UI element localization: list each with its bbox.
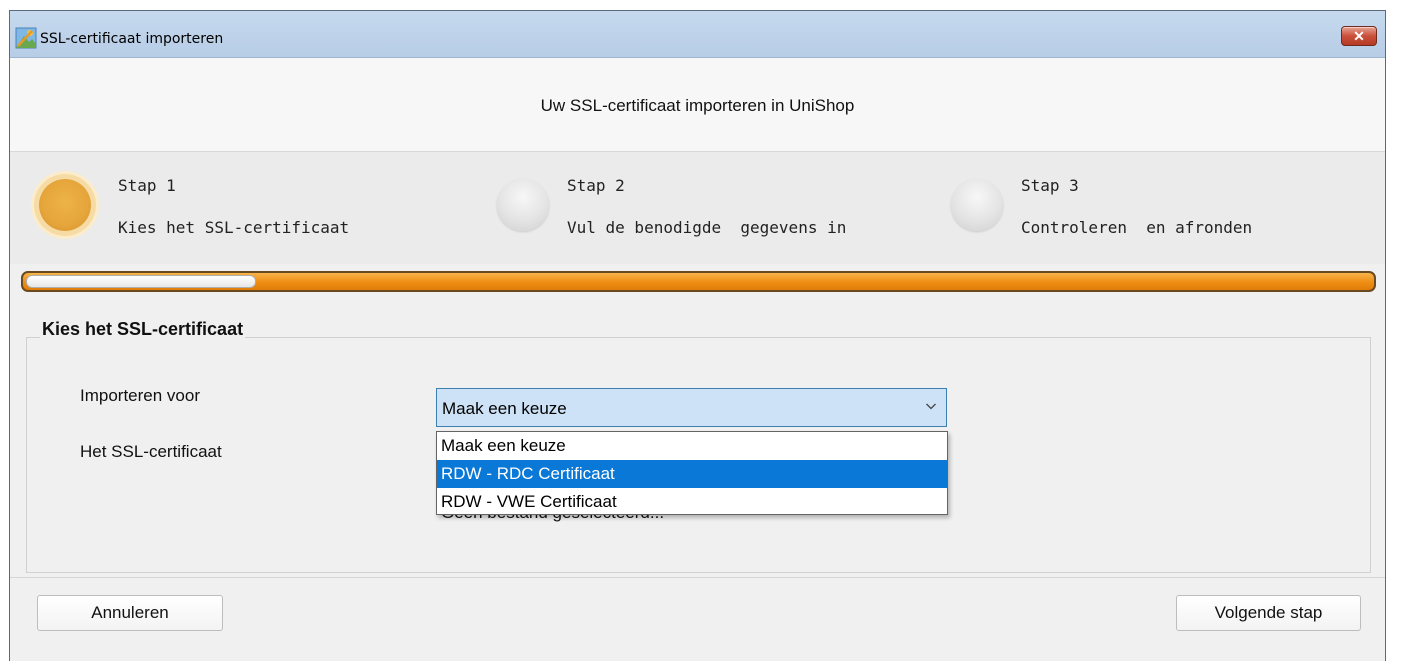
wizard-title: Uw SSL-certificaat importeren in UniShop <box>540 96 855 115</box>
section-title: Kies het SSL-certificaat <box>40 319 246 340</box>
step-2-label: Stap 2 <box>567 176 625 195</box>
import-dialog: SSL-certificaat importeren ✕ Uw SSL-cert… <box>9 10 1386 661</box>
dropdown-option-rdw-vwe[interactable]: RDW - VWE Certificaat <box>437 488 947 516</box>
title-bar[interactable]: SSL-certificaat importeren ✕ <box>10 11 1385 58</box>
step-1-label: Stap 1 <box>118 176 176 195</box>
wizard-header: Uw SSL-certificaat importeren in UniShop <box>10 58 1385 152</box>
dropdown-option-rdw-rdc[interactable]: RDW - RDC Certificaat <box>437 460 947 488</box>
dropdown-option-maak-een-keuze[interactable]: Maak een keuze <box>437 432 947 460</box>
step-2: Stap 2 Vul de benodigde gegevens in <box>497 152 917 264</box>
next-step-button[interactable]: Volgende stap <box>1176 595 1361 631</box>
step-2-description: Vul de benodigde gegevens in <box>567 218 847 237</box>
step-1-indicator-icon <box>39 179 91 231</box>
step-1: Stap 1 Kies het SSL-certificaat <box>39 152 439 264</box>
cancel-button[interactable]: Annuleren <box>37 595 223 631</box>
import-for-select-value: Maak een keuze <box>442 399 567 418</box>
step-2-indicator-icon <box>497 179 549 231</box>
wizard-steps: Stap 1 Kies het SSL-certificaat Stap 2 V… <box>10 152 1385 264</box>
certificate-label: Het SSL-certificaat <box>80 442 222 461</box>
step-3: Stap 3 Controleren en afronden <box>951 152 1351 264</box>
progress-fill <box>26 275 256 288</box>
step-3-description: Controleren en afronden <box>1021 218 1253 237</box>
app-icon <box>15 27 37 49</box>
import-for-dropdown-list: Maak een keuze RDW - RDC Certificaat RDW… <box>436 431 948 515</box>
step-1-description: Kies het SSL-certificaat <box>118 218 350 237</box>
progress-bar <box>21 271 1376 292</box>
import-for-select[interactable]: Maak een keuze <box>436 388 947 427</box>
close-button[interactable]: ✕ <box>1341 26 1377 46</box>
chevron-down-icon <box>926 403 936 410</box>
import-for-label: Importeren voor <box>80 386 200 405</box>
step-3-indicator-icon <box>951 179 1003 231</box>
footer-divider <box>10 577 1385 578</box>
screen-background <box>1386 0 1402 661</box>
close-icon: ✕ <box>1353 28 1365 44</box>
window-title: SSL-certificaat importeren <box>40 31 224 47</box>
step-3-label: Stap 3 <box>1021 176 1079 195</box>
